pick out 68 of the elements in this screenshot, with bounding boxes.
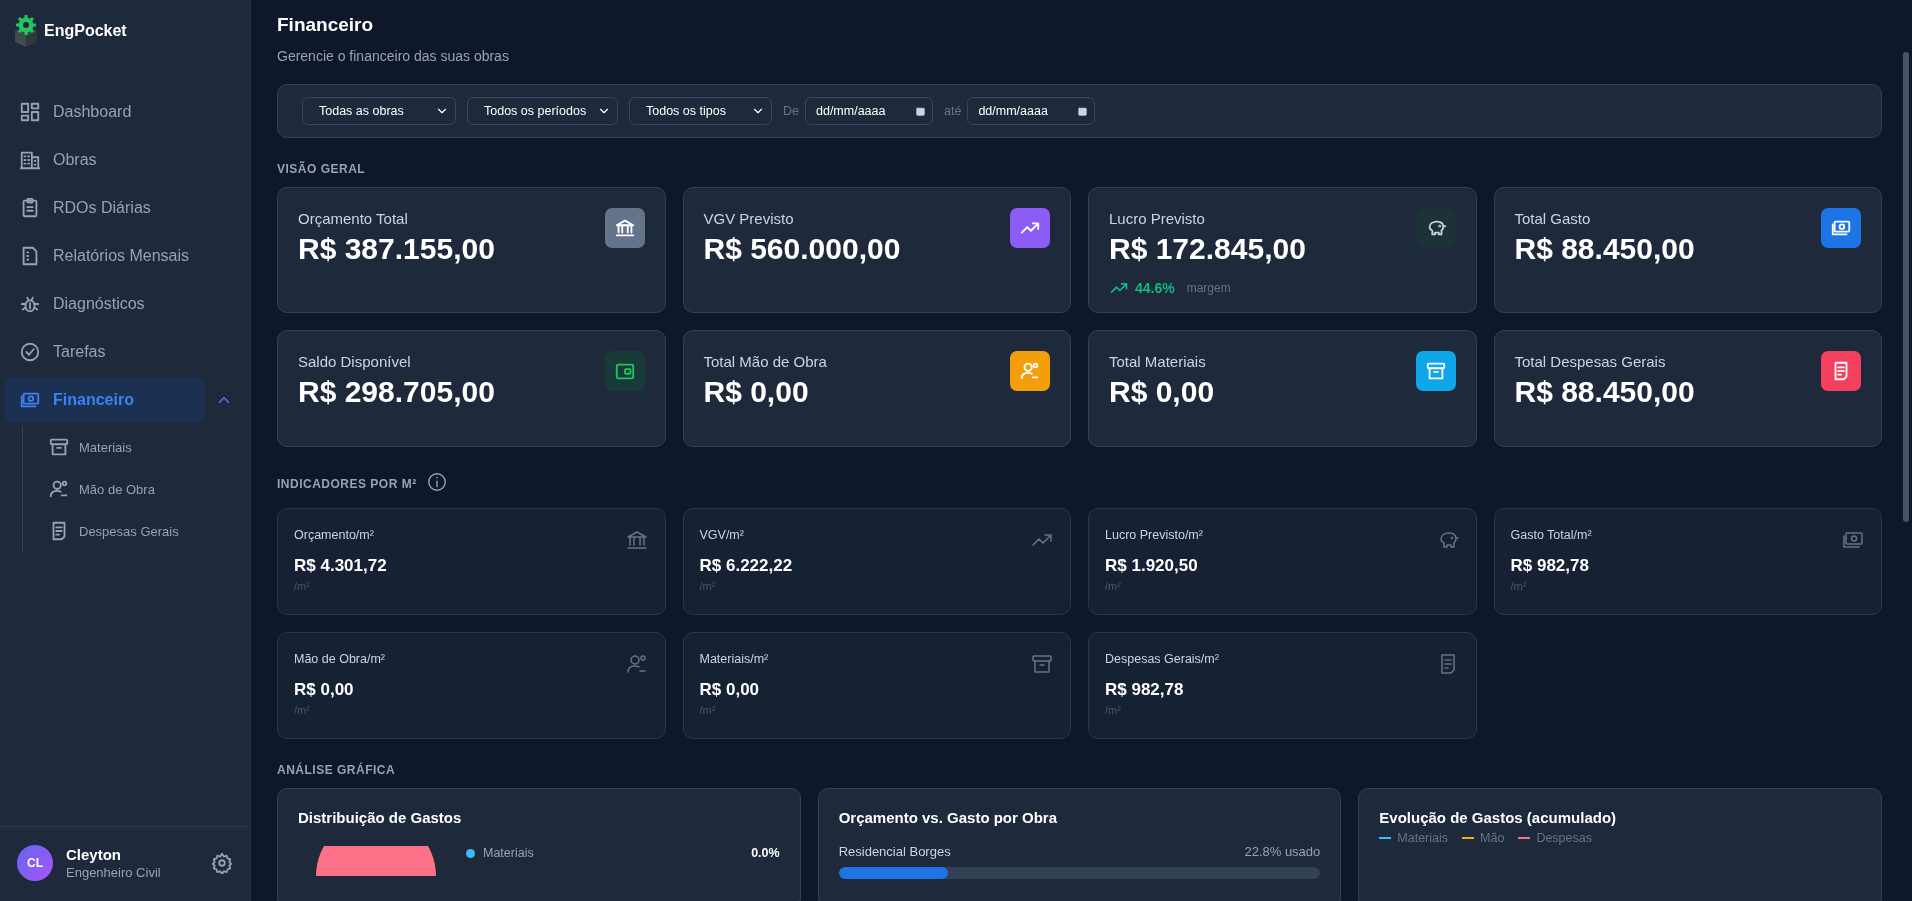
- page-title: Financeiro: [277, 14, 375, 36]
- sidebar-item[interactable]: Tarefas: [5, 330, 205, 374]
- stat-title: Total Despesas Gerais: [1514, 353, 1667, 370]
- sidebar-subitem[interactable]: Mão de Obra: [48, 468, 245, 510]
- sidebar-subitem[interactable]: Despesas Gerais: [48, 510, 245, 552]
- indicator-title: Gasto Total/m²: [1510, 528, 1592, 542]
- stat-value: R$ 88.450,00: [1514, 232, 1695, 266]
- stat-title: Saldo Disponível: [298, 353, 412, 370]
- stat-value: R$ 0,00: [703, 375, 810, 409]
- legend-label: Despesas: [1536, 831, 1592, 845]
- stat-value: R$ 88.450,00: [1514, 375, 1695, 409]
- indicator-value: R$ 982,78: [1510, 556, 1590, 576]
- trend-value: 44.6%: [1135, 280, 1175, 296]
- stat-value: R$ 298.705,00: [298, 375, 495, 409]
- date-field[interactable]: dd/mm/aaaa: [805, 97, 933, 125]
- section-heading: ANÁLISE GRÁFICA: [277, 763, 397, 777]
- indicator-value: R$ 6.222,22: [699, 556, 793, 576]
- indicator-value: R$ 4.301,72: [294, 556, 387, 576]
- legend-value: 0.0%: [751, 846, 780, 860]
- date-label: até: [944, 104, 962, 118]
- chart-title: Evolução de Gastos (acumulado): [1379, 809, 1618, 826]
- stat-value: R$ 0,00: [1109, 375, 1215, 409]
- avatar: CL: [17, 845, 53, 881]
- trend-label: margem: [1186, 281, 1231, 295]
- indicator-title: Mão de Obra/m²: [294, 652, 385, 666]
- indicator-title: Materiais/m²: [699, 652, 769, 666]
- sidebar-item[interactable]: Obras: [5, 138, 205, 182]
- indicator-value: R$ 982,78: [1105, 680, 1185, 700]
- chart-title: Distribuição de Gastos: [298, 809, 463, 826]
- section-heading: INDICADORES POR M²: [277, 477, 417, 491]
- stat-value: R$ 172.845,00: [1109, 232, 1306, 266]
- section-heading: VISÃO GERAL: [277, 162, 367, 176]
- stat-value: R$ 560.000,00: [703, 232, 901, 266]
- project-name: Residencial Borges: [838, 844, 951, 859]
- page-subtitle: Gerencie o financeiro das suas obras: [277, 48, 510, 64]
- sidebar-item[interactable]: Financeiro: [5, 378, 205, 422]
- app-name: EngPocket: [44, 22, 127, 40]
- dropdown[interactable]: Todos os tipos: [629, 97, 772, 125]
- user-name: Cleyton: [66, 846, 122, 863]
- stat-title: VGV Previsto: [703, 210, 795, 227]
- legend-label: Materiais: [1397, 831, 1449, 845]
- stat-title: Total Materiais: [1109, 353, 1207, 370]
- indicator-title: Despesas Gerais/m²: [1105, 652, 1219, 666]
- user-role: Engenheiro Civil: [66, 865, 162, 880]
- indicator-value: R$ 0,00: [699, 680, 761, 700]
- indicator-title: VGV/m²: [699, 528, 745, 542]
- stat-value: R$ 387.155,00: [298, 232, 495, 266]
- indicator-value: R$ 0,00: [294, 680, 355, 700]
- legend-label: Materiais: [483, 846, 535, 860]
- sidebar-subitem[interactable]: Materiais: [48, 426, 245, 468]
- sidebar-item[interactable]: Relatórios Mensais: [5, 234, 205, 278]
- stat-title: Orçamento Total: [298, 210, 409, 227]
- stat-title: Total Gasto: [1514, 210, 1592, 227]
- dropdown[interactable]: Todos os períodos: [467, 97, 618, 125]
- indicator-title: Lucro Previsto/m²: [1105, 528, 1203, 542]
- chart-title: Orçamento vs. Gasto por Obra: [838, 809, 1059, 826]
- sidebar-item[interactable]: RDOs Diárias: [5, 186, 205, 230]
- date-field[interactable]: dd/mm/aaaa: [967, 97, 1096, 125]
- sidebar-item[interactable]: Diagnósticos: [5, 282, 205, 326]
- indicator-title: Orçamento/m²: [294, 528, 375, 542]
- stat-title: Lucro Previsto: [1109, 210, 1206, 227]
- usage-reading: 22.8% usado: [1244, 844, 1321, 859]
- sidebar-item[interactable]: Dashboard: [5, 90, 205, 134]
- stat-title: Total Mão de Obra: [703, 353, 827, 370]
- legend-label: Mão: [1480, 831, 1505, 845]
- indicator-value: R$ 1.920,50: [1105, 556, 1199, 576]
- dropdown[interactable]: Todas as obras: [302, 97, 456, 125]
- date-label: De: [783, 104, 799, 118]
